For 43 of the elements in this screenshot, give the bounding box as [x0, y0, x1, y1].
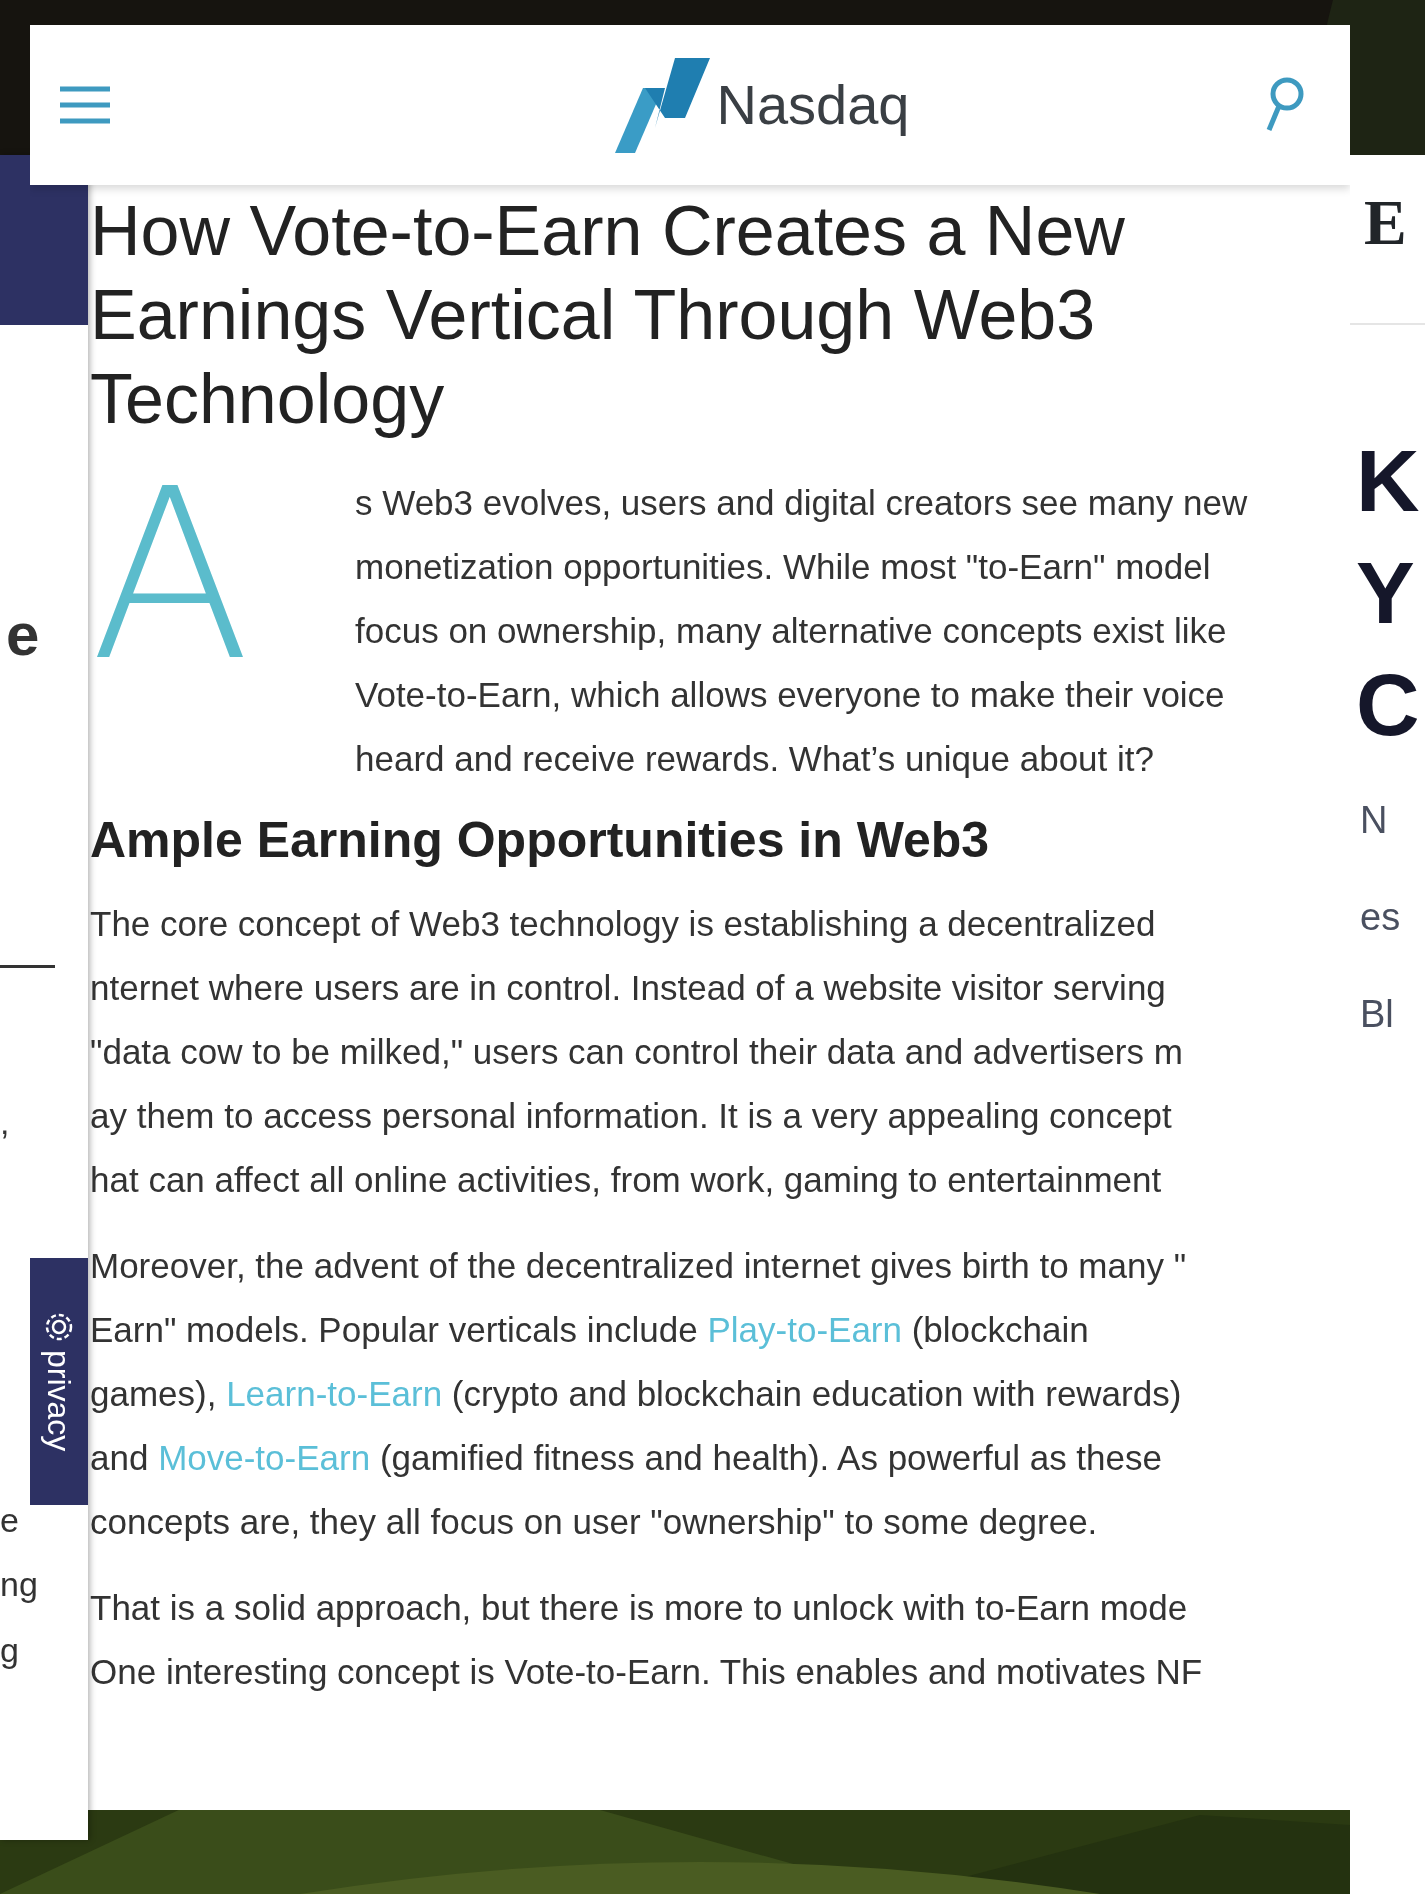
summary-fragment: Bl: [1359, 992, 1395, 1037]
section-heading: Ample Earning Opportunities in Web3: [90, 811, 991, 870]
intro-line: Vote-to-Earn, which allows everyone to make their voice: [355, 674, 1226, 716]
paragraph-line: That is a solid approach, but there is more to unlock with to-Earn mode: [90, 1587, 1189, 1629]
headline-fragment: K: [1355, 430, 1421, 532]
text-fragment: ng: [0, 1567, 38, 1601]
drop-cap: A: [90, 471, 252, 714]
paragraph-line: The core concept of Web3 technology is establishing a decentralized: [90, 903, 1157, 945]
paragraph-line: concepts are, they all focus on user "ownership" to some degree.: [90, 1501, 1099, 1543]
title-line: How Vote-to-Earn Creates a New: [90, 191, 1126, 272]
logo-text: Nasdaq: [716, 72, 910, 138]
summary-fragment: es: [1359, 895, 1402, 940]
search-icon[interactable]: [1265, 76, 1305, 134]
intro-line: focus on ownership, many alternative concepts exist like: [355, 610, 1228, 652]
paragraph-line: "data cow to be milked," users can control their data and advertisers m: [90, 1031, 1184, 1073]
article-link[interactable]: Play-to-Earn: [707, 1310, 902, 1349]
menu-icon[interactable]: [60, 85, 110, 125]
text-fragment: e: [0, 1503, 19, 1537]
masthead-letter: E: [1350, 155, 1425, 325]
privacy-tab[interactable]: privacy: [30, 1258, 88, 1505]
intro-line: heard and receive rewards. What’s unique about it?: [355, 738, 1155, 780]
paragraph-line: One interesting concept is Vote-to-Earn. This enables and motivates NF: [90, 1651, 1204, 1693]
paragraph-line: and Move-to-Earn (gamified fitness and health). As powerful as these: [90, 1437, 1163, 1479]
paragraph-line: hat can affect all online activities, from work, gaming to entertainment: [90, 1159, 1163, 1201]
article-link[interactable]: Move-to-Earn: [158, 1438, 371, 1477]
paragraph-line: ay them to access personal information. It is a very appealing concept: [90, 1095, 1173, 1137]
headline-fragment: C: [1355, 654, 1421, 756]
intro-line: s Web3 evolves, users and digital creators see many new: [355, 482, 1248, 524]
intro-line: monetization opportunities. While most "to-Earn" model: [355, 546, 1212, 588]
title-line: Earnings Vertical Through Web3: [90, 275, 1097, 356]
article-link[interactable]: Learn-to-Earn: [226, 1374, 443, 1413]
summary-fragment: N: [1359, 798, 1389, 843]
text-fragment: ,: [0, 1105, 10, 1139]
text-fragment: g: [0, 1633, 19, 1667]
paragraph-line: games), Learn-to-Earn (crypto and blockchain education with rewards): [90, 1373, 1183, 1415]
headline-fragment: Y: [1355, 542, 1416, 644]
paragraph-line: Earn" models. Popular verticals include Play-to-Earn (blockchain: [90, 1309, 1090, 1351]
paragraph-line: Moreover, the advent of the decentralized internet gives birth to many ": [90, 1245, 1188, 1287]
paragraph-line: nternet where users are in control. Instead of a website visitor serving: [90, 967, 1167, 1009]
title-line: Technology: [90, 359, 446, 440]
logo-icon: [615, 57, 711, 153]
text-fragment: e: [6, 605, 40, 665]
gear-icon: [44, 1311, 74, 1342]
